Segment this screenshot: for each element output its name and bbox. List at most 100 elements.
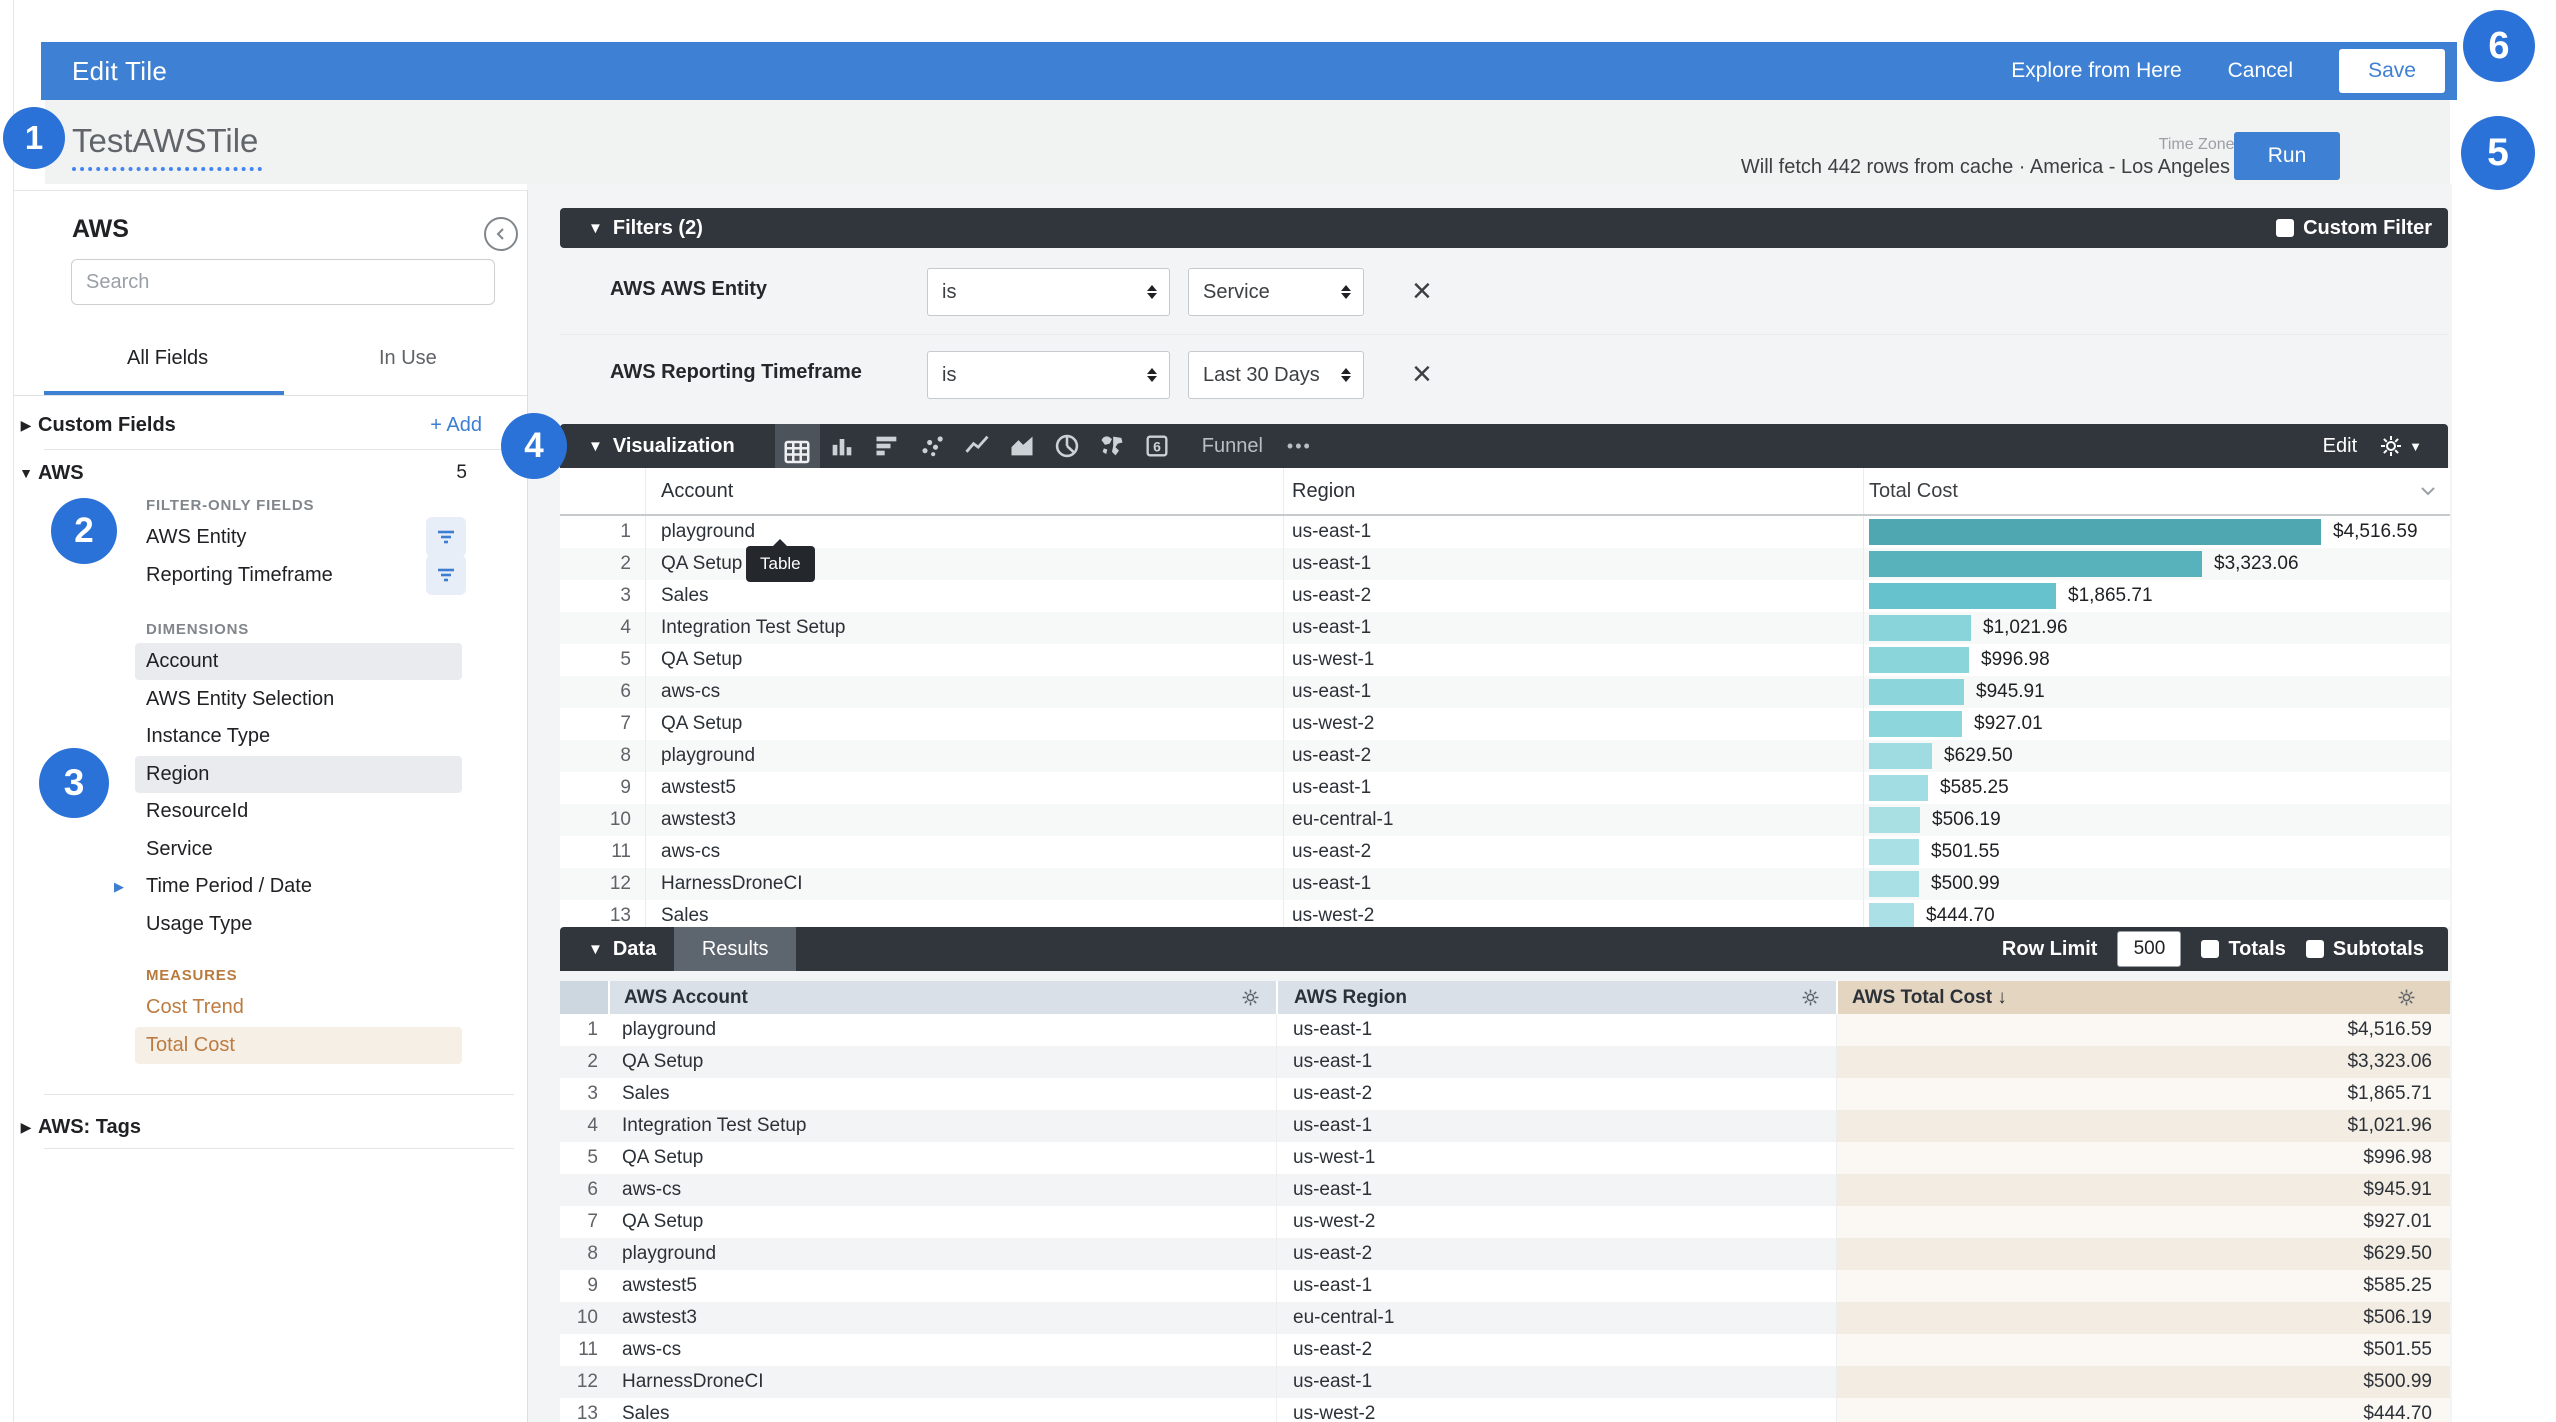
viz-cell-account[interactable]: QA Setup [645,548,1283,580]
viz-cell-region[interactable]: us-east-1 [1283,772,1863,804]
data-cell-total-cost[interactable]: $1,865.71 [1836,1078,2450,1110]
cancel-button[interactable]: Cancel [2228,59,2293,83]
visualization-section-header[interactable]: ▼ Visualization 6 Funnel ••• Edit ▼ [560,424,2448,468]
viz-cell-total-cost[interactable]: $506.19 [1863,804,2450,836]
viz-cell-region[interactable]: us-west-2 [1283,900,1863,927]
data-cell-account[interactable]: QA Setup [608,1046,1276,1078]
viz-cell-region[interactable]: us-west-2 [1283,708,1863,740]
viz-cell-region[interactable]: us-east-1 [1283,868,1863,900]
viz-cell-account[interactable]: playground [645,740,1283,772]
data-cell-region[interactable]: us-west-1 [1276,1142,1836,1174]
data-cell-total-cost[interactable]: $4,516.59 [1836,1014,2450,1046]
viz-cell-account[interactable]: playground [645,516,1283,548]
subtotals-checkbox[interactable] [2306,940,2324,958]
viz-cell-total-cost[interactable]: $4,516.59 [1863,516,2450,548]
viz-col-region[interactable]: Region [1283,468,1863,514]
collapse-panel-button[interactable] [484,217,518,251]
data-cell-region[interactable]: us-east-1 [1276,1014,1836,1046]
custom-filter-checkbox[interactable] [2276,219,2294,237]
viz-cell-account[interactable]: QA Setup [645,708,1283,740]
explore-from-here-link[interactable]: Explore from Here [2011,59,2181,83]
data-cell-account[interactable]: QA Setup [608,1142,1276,1174]
viz-cell-account[interactable]: aws-cs [645,836,1283,868]
viz-cell-total-cost[interactable]: $927.01 [1863,708,2450,740]
data-cell-total-cost[interactable]: $506.19 [1836,1302,2450,1334]
viz-cell-region[interactable]: us-east-2 [1283,836,1863,868]
filter-by-field-button[interactable] [426,517,466,557]
data-cell-total-cost[interactable]: $945.91 [1836,1174,2450,1206]
dimension-region[interactable]: Region [135,756,462,793]
totals-checkbox[interactable] [2201,940,2219,958]
data-cell-account[interactable]: Integration Test Setup [608,1110,1276,1142]
data-cell-region[interactable]: us-west-2 [1276,1206,1836,1238]
data-cell-total-cost[interactable]: $585.25 [1836,1270,2450,1302]
row-limit-input[interactable] [2117,931,2181,967]
data-cell-region[interactable]: us-east-1 [1276,1270,1836,1302]
viz-cell-region[interactable]: us-east-2 [1283,740,1863,772]
data-cell-account[interactable]: awstest3 [608,1302,1276,1334]
viz-cell-region[interactable]: us-east-1 [1283,548,1863,580]
remove-filter-icon[interactable]: × [1412,274,1432,308]
viz-cell-account[interactable]: awstest5 [645,772,1283,804]
viz-cell-total-cost[interactable]: $1,021.96 [1863,612,2450,644]
more-viz-types-icon[interactable]: ••• [1287,436,1312,457]
viz-type-map-icon[interactable] [1090,424,1135,468]
data-cell-account[interactable]: aws-cs [608,1174,1276,1206]
viz-cell-region[interactable]: us-east-1 [1283,516,1863,548]
viz-type-pie-icon[interactable] [1045,424,1090,468]
viz-cell-total-cost[interactable]: $444.70 [1863,900,2450,927]
data-cell-total-cost[interactable]: $996.98 [1836,1142,2450,1174]
viz-cell-region[interactable]: us-west-1 [1283,644,1863,676]
data-cell-account[interactable]: QA Setup [608,1206,1276,1238]
dimension-instance-type[interactable]: Instance Type [135,718,462,755]
data-cell-region[interactable]: us-east-2 [1276,1334,1836,1366]
viz-cell-region[interactable]: us-east-1 [1283,676,1863,708]
viz-col-account[interactable]: Account [645,468,1283,514]
viz-cell-total-cost[interactable]: $629.50 [1863,740,2450,772]
viz-type-column-icon[interactable] [820,424,865,468]
viz-type-scatter-icon[interactable] [910,424,955,468]
save-button[interactable]: Save [2339,49,2445,93]
viz-type-funnel[interactable]: Funnel [1202,435,1263,458]
data-cell-region[interactable]: us-east-2 [1276,1238,1836,1270]
viz-cell-account[interactable]: awstest3 [645,804,1283,836]
viz-cell-total-cost[interactable]: $996.98 [1863,644,2450,676]
data-cell-account[interactable]: awstest5 [608,1270,1276,1302]
filter-operator-select[interactable]: is [927,351,1170,399]
viz-cell-account[interactable]: HarnessDroneCI [645,868,1283,900]
data-cell-region[interactable]: eu-central-1 [1276,1302,1836,1334]
data-cell-region[interactable]: us-west-2 [1276,1398,1836,1422]
data-cell-region[interactable]: us-east-2 [1276,1078,1836,1110]
viz-settings-button[interactable]: ▼ [2379,434,2422,458]
data-col-aws-total-cost[interactable]: AWS Total Cost ↓ [1836,981,2450,1014]
data-cell-region[interactable]: us-east-1 [1276,1174,1836,1206]
data-cell-total-cost[interactable]: $3,323.06 [1836,1046,2450,1078]
viz-cell-account[interactable]: Sales [645,900,1283,927]
add-custom-field-button[interactable]: + Add [430,414,482,437]
data-cell-total-cost[interactable]: $927.01 [1836,1206,2450,1238]
column-gear-button[interactable] [1801,988,1820,1007]
data-cell-account[interactable]: Sales [608,1398,1276,1422]
dimension-time-period-date[interactable]: ▶Time Period / Date [135,868,462,905]
data-cell-region[interactable]: us-east-1 [1276,1110,1836,1142]
viz-col-total-cost[interactable]: Total Cost [1863,468,2450,514]
field-item-reporting-timeframe[interactable]: Reporting Timeframe [135,557,462,594]
dimension-aws-entity-selection[interactable]: AWS Entity Selection [135,681,462,718]
run-button[interactable]: Run [2234,132,2340,180]
aws-group-row[interactable]: ▼ AWS 5 [14,453,527,493]
viz-cell-total-cost[interactable]: $585.25 [1863,772,2450,804]
filter-operator-select[interactable]: is [927,268,1170,316]
data-cell-account[interactable]: playground [608,1238,1276,1270]
custom-fields-row[interactable]: ▶ Custom Fields + Add [14,405,527,445]
viz-cell-region[interactable]: us-east-2 [1283,580,1863,612]
data-cell-region[interactable]: us-east-1 [1276,1366,1836,1398]
column-gear-button[interactable] [1241,988,1260,1007]
tab-in-use[interactable]: In Use [379,347,437,370]
column-gear-button[interactable] [2397,988,2416,1007]
dimension-usage-type[interactable]: Usage Type [135,906,462,943]
data-cell-total-cost[interactable]: $629.50 [1836,1238,2450,1270]
field-item-aws-entity[interactable]: AWS Entity [135,519,462,556]
viz-type-line-icon[interactable] [955,424,1000,468]
column-menu-icon[interactable] [2420,486,2450,496]
viz-cell-total-cost[interactable]: $945.91 [1863,676,2450,708]
